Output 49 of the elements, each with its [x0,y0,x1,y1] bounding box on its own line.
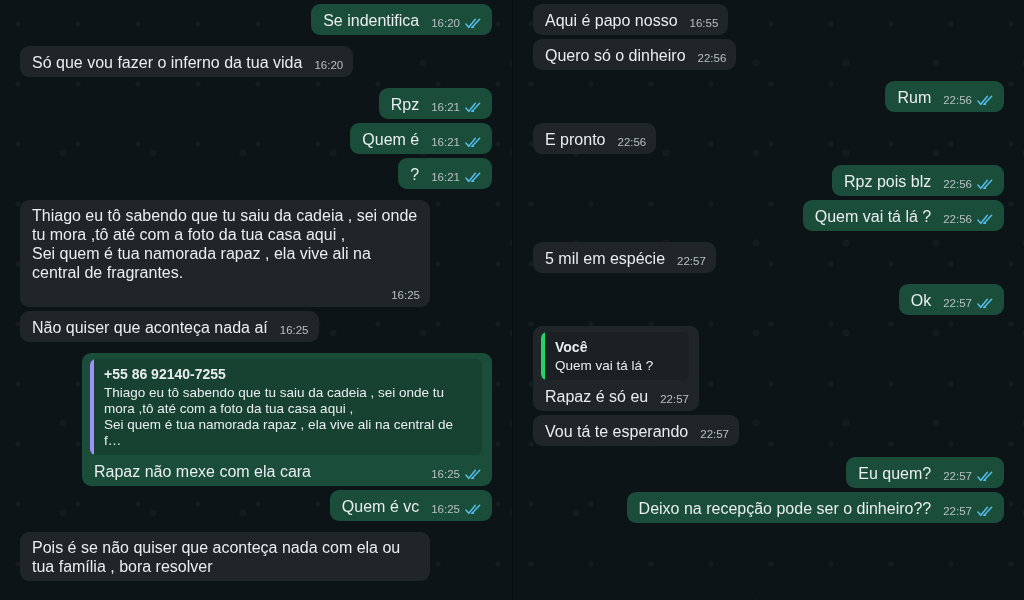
message-time: 22:56 [943,177,972,191]
message-text: Eu quem? [858,464,932,483]
message-text: Rpz pois blz [844,172,932,191]
message-time: 22:57 [943,296,972,310]
message-text: Aqui é papo nosso [545,11,678,30]
message-text: Deixo na recepção pode ser o dinheiro?? [638,499,932,518]
message-text: 5 mil em espécie [545,249,666,268]
message-text: Ok [910,291,932,310]
message-text: Rpz [390,95,420,114]
message-time: 16:25 [431,502,460,516]
quoted-message[interactable]: +55 86 92140-7255 Thiago eu tô sabendo que tu saiu da cadeia , sei onde tu mora ,tô até com a foto da tua casa aqui , Sei quem é tua namorada rapaz , ela vive ali na central de f… [90,359,482,455]
message-time: 16:21 [431,100,460,114]
message-time: 22:56 [617,135,647,149]
message-text: Só que vou fazer o inferno da tua vida [32,53,303,72]
message-text: E pronto [545,130,606,149]
message-text: Quem é vc [341,497,420,516]
message-text: Pois é se não quiser que aconteça nada com ela ou tua família , bora resolver [32,538,402,576]
message-text: ? [410,165,420,184]
message-time: 22:56 [943,93,972,107]
message-time: 16:25 [431,467,460,481]
message-time: 16:21 [431,135,460,149]
message-text: Quem é [362,130,420,149]
message-time: 16:55 [689,16,719,30]
quote-author: +55 86 92140-7255 [104,365,227,383]
message-time: 16:20 [314,58,344,72]
message-time: 22:56 [697,51,727,65]
message-text: Quem vai tá lá ? [814,207,932,226]
quote-text: Quem vai tá lá ? [555,358,654,374]
message-text: Se indentifica [323,11,420,30]
message-time: 16:20 [431,16,460,30]
message-time: 22:57 [943,469,972,483]
message-time: 16:25 [279,323,309,337]
message-text: Vou tá te esperando [545,422,689,441]
message-time: 22:57 [700,427,729,441]
quote-author: Você [555,338,589,356]
quoted-message[interactable]: Você Quem vai tá lá ? [541,332,689,380]
message-text: Rapaz não mexe com ela cara [94,462,311,481]
message-text: Não quiser que aconteça nada aí [32,318,268,337]
message-time: 22:57 [677,254,706,268]
message-time: 16:25 [391,288,420,302]
message-time: 22:57 [660,392,689,406]
quote-text: Thiago eu tô sabendo que tu saiu da cadeia , sei onde tu mora ,tô até com a foto da tua casa aqui , Sei quem é tua namorada rapaz , ela vive ali na central de f… [104,385,454,449]
message-time: 22:57 [943,504,972,518]
message-time: 22:56 [943,212,972,226]
message-text: Thiago eu tô sabendo que tu saiu da cadeia , sei onde tu mora ,tô até com a foto da tua casa aqui , Sei quem é tua namorada rapaz , ela vive ali na central de fragrantes. [32,206,419,282]
message-text: Rapaz é só eu [545,387,649,406]
message-text: Rum [897,88,932,107]
message-time: 16:21 [431,170,460,184]
message-text: Quero só o dinheiro [545,46,686,65]
